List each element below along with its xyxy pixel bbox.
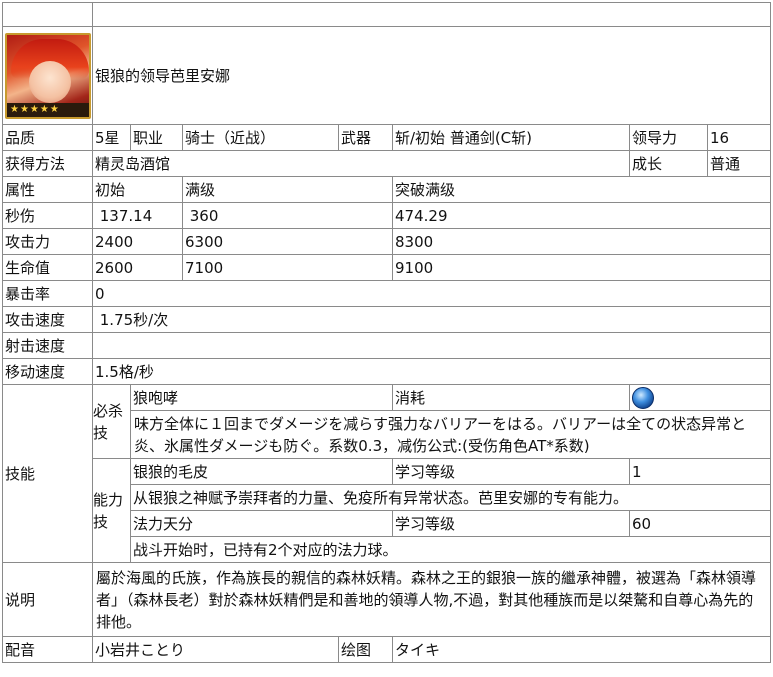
stats-row-attack: 攻击力 2400 6300 8300 (2, 228, 772, 255)
stats-header-break-max: 突破满级 (391, 176, 772, 203)
stat-label: 生命值 (2, 254, 93, 281)
leadership-label: 领导力 (629, 124, 708, 151)
portrait-row: ★★★★★ 银狼的领导芭里安娜 (2, 26, 772, 125)
stats-header-max: 满级 (182, 176, 393, 203)
special-skill-cost-cell (628, 384, 772, 411)
stat-break-max: 474.29 (391, 202, 772, 229)
stats-header-initial: 初始 (92, 176, 183, 203)
description-text: 屬於海風的氏族，作為族長的親信的森林妖精。森林之王的銀狼一族的繼承神體，被選為「… (91, 562, 772, 637)
leadership-value: 16 (706, 124, 772, 151)
stat-max: 7100 (182, 254, 393, 281)
special-skill-row: 技能 必杀技 狼咆哮 消耗 (2, 384, 772, 563)
shoot-speed-row: 射击速度 (2, 332, 772, 359)
art-label: 绘图 (338, 636, 393, 663)
description-label: 说明 (2, 562, 93, 637)
blue-orb-icon (632, 386, 654, 409)
ability-skill-row-1: 能力技 银狼的毛皮 学习等级 1 (3, 458, 772, 563)
character-info-table: ★★★★★ 银狼的领导芭里安娜 品质 5星 职业 骑士（近战） 武器 斩/初始 … (2, 2, 772, 663)
stat-label: 攻击力 (2, 228, 93, 255)
obtain-value: 精灵岛酒馆 (92, 150, 630, 177)
ability-skill-level-2: 60 (628, 510, 772, 537)
stat-break-max: 9100 (391, 254, 772, 281)
quality-value: 5星 (92, 124, 131, 151)
class-value: 骑士（近战） (182, 124, 339, 151)
shoot-speed-value (91, 332, 772, 359)
obtain-row: 获得方法 精灵岛酒馆 成长 普通 (2, 150, 772, 177)
ability-skill-level-1: 1 (628, 458, 772, 485)
class-label: 职业 (130, 124, 183, 151)
top-blank-cell-right (91, 2, 772, 27)
stats-row-hp: 生命值 2600 7100 9100 (2, 254, 772, 281)
weapon-label: 武器 (338, 124, 393, 151)
move-speed-row: 移动速度 1.5格/秒 (2, 358, 772, 385)
stat-label: 秒伤 (2, 202, 93, 229)
stat-initial: 137.14 (92, 202, 183, 229)
stats-row-dps: 秒伤 137.14 360 474.29 (2, 202, 772, 229)
skills-label: 技能 (2, 384, 93, 563)
character-name: 银狼的领导芭里安娜 (91, 26, 772, 125)
stats-header-row: 属性 初始 满级 突破满级 (2, 176, 772, 203)
stat-max: 6300 (182, 228, 393, 255)
obtain-label: 获得方法 (2, 150, 93, 177)
description-row: 说明 屬於海風的氏族，作為族長的親信的森林妖精。森林之王的銀狼一族的繼承神體，被… (2, 562, 772, 637)
rarity-stars: ★★★★★ (7, 102, 89, 117)
crit-label: 暴击率 (2, 280, 93, 307)
growth-label: 成长 (629, 150, 708, 177)
shoot-speed-label: 射击速度 (2, 332, 93, 359)
portrait-cell: ★★★★★ (2, 26, 93, 125)
top-blank-row (2, 2, 772, 27)
ability-skill-description-1: 从银狼之神赋予崇拜者的力量、免疫所有异常状态。芭里安娜的专有能力。 (129, 484, 772, 511)
stat-initial: 2600 (92, 254, 183, 281)
move-speed-value: 1.5格/秒 (91, 358, 772, 385)
special-skill-name: 狼咆哮 (130, 384, 393, 411)
ability-skill-name-1: 银狼的毛皮 (130, 458, 393, 485)
growth-value: 普通 (706, 150, 772, 177)
stat-initial: 2400 (92, 228, 183, 255)
credits-row: 配音 小岩井ことり 绘图 タイキ (2, 636, 772, 663)
quality-label: 品质 (2, 124, 93, 151)
stats-header-attr: 属性 (2, 176, 93, 203)
weapon-value: 斩/初始 普通剑(C斩) (392, 124, 630, 151)
stat-max: 360 (182, 202, 393, 229)
attack-speed-row: 攻击速度 1.75秒/次 (2, 306, 772, 333)
special-skill-label: 必杀技 (92, 384, 131, 459)
quality-row: 品质 5星 职业 骑士（近战） 武器 斩/初始 普通剑(C斩) 领导力 16 (2, 124, 772, 151)
ability-skill-description-2: 战斗开始时，已持有2个对应的法力球。 (129, 536, 772, 563)
move-speed-label: 移动速度 (2, 358, 93, 385)
special-skill-description: 味方全体に１回までダメージを减らす强力なバリアーをはる。バリアーは全ての状态异常… (129, 410, 772, 459)
special-skill-cost-label: 消耗 (392, 384, 630, 411)
ability-skill-level-label-1: 学习等级 (392, 458, 630, 485)
voice-value: 小岩井ことり (92, 636, 339, 663)
character-portrait-icon: ★★★★★ (5, 32, 91, 119)
attack-speed-label: 攻击速度 (2, 306, 93, 333)
crit-value: 0 (91, 280, 772, 307)
ability-skill-name-2: 法力天分 (130, 510, 393, 537)
attack-speed-value: 1.75秒/次 (91, 306, 772, 333)
voice-label: 配音 (2, 636, 93, 663)
top-blank-cell-left (2, 2, 93, 27)
ability-skill-level-label-2: 学习等级 (392, 510, 630, 537)
ability-skill-label: 能力技 (92, 458, 131, 563)
art-value: タイキ (391, 636, 772, 663)
stat-break-max: 8300 (391, 228, 772, 255)
crit-row: 暴击率 0 (2, 280, 772, 307)
